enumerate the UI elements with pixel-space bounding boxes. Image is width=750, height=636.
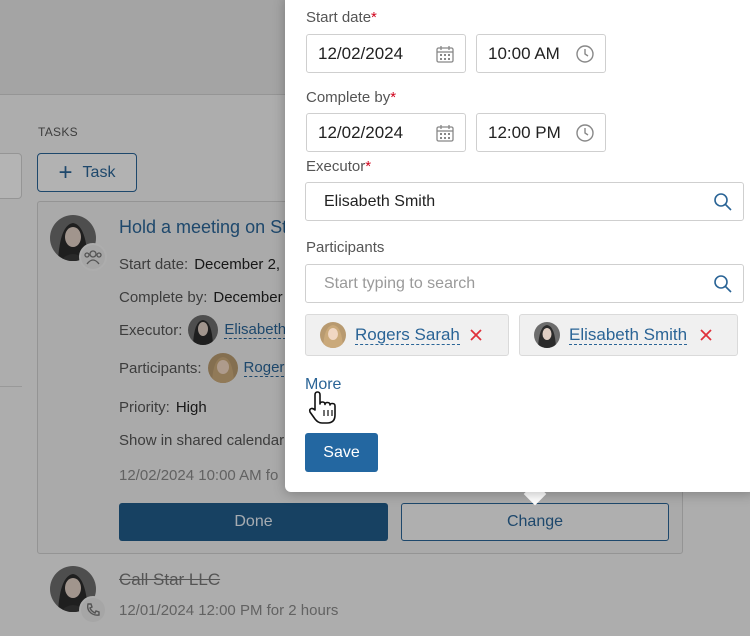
participants-field-label: Participants — [306, 239, 385, 256]
participants-search-input[interactable]: Start typing to search — [305, 264, 744, 303]
participant-avatar — [534, 322, 560, 348]
remove-icon[interactable] — [699, 328, 713, 342]
participant-chip: Rogers Sarah — [305, 314, 509, 356]
start-time-input[interactable]: 10:00 AM — [476, 34, 606, 73]
save-button[interactable]: Save — [305, 433, 378, 472]
participant-chip: Elisabeth Smith — [519, 314, 738, 356]
search-icon[interactable] — [713, 274, 733, 294]
clock-icon[interactable] — [575, 123, 595, 143]
start-time-input-value: 10:00 AM — [488, 43, 560, 63]
start-date-input[interactable]: 12/02/2024 — [306, 34, 466, 73]
complete-by-date-value: 12/02/2024 — [318, 122, 404, 142]
executor-input-value: Elisabeth Smith — [324, 192, 436, 210]
clock-icon[interactable] — [575, 44, 595, 64]
start-date-input-value: 12/02/2024 — [318, 43, 404, 63]
participant-name-link[interactable]: Rogers Sarah — [355, 325, 460, 345]
participant-avatar — [320, 322, 346, 348]
calendar-icon[interactable] — [435, 44, 455, 64]
calendar-icon[interactable] — [435, 123, 455, 143]
complete-by-time-input[interactable]: 12:00 PM — [476, 113, 606, 152]
participant-name-link[interactable]: Elisabeth Smith — [569, 325, 688, 345]
complete-by-date-input[interactable]: 12/02/2024 — [306, 113, 466, 152]
complete-by-time-value: 12:00 PM — [488, 122, 561, 142]
executor-input[interactable]: Elisabeth Smith — [305, 182, 744, 221]
hand-cursor-icon — [308, 391, 336, 424]
remove-icon[interactable] — [469, 328, 483, 342]
participants-placeholder: Start typing to search — [324, 274, 476, 292]
executor-field-label: Executor* — [306, 158, 372, 175]
search-icon[interactable] — [713, 192, 733, 212]
complete-by-field-label: Complete by* — [306, 89, 397, 106]
start-date-field-label: Start date* — [306, 9, 377, 26]
